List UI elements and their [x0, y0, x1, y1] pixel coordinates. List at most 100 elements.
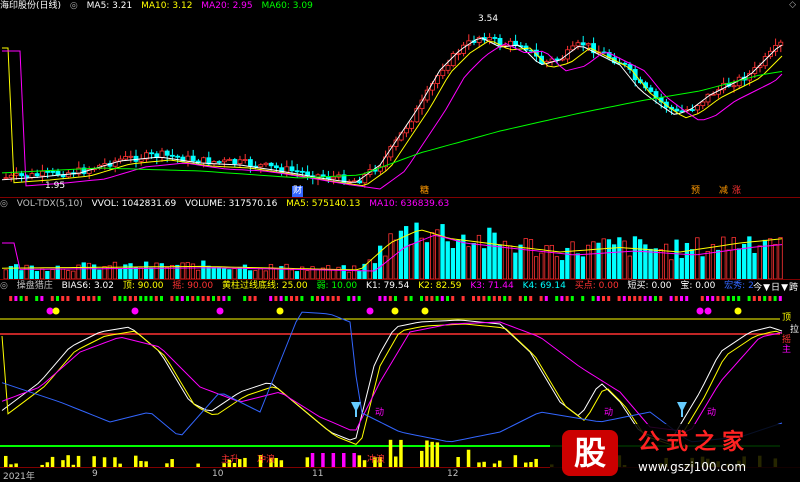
k3-line [1, 321, 783, 433]
short-buy-value: 短买: 0.00 [627, 281, 672, 291]
volume-bar [289, 269, 294, 279]
signal-square [243, 296, 247, 301]
indicator-bar [456, 457, 460, 467]
signal-square [144, 296, 148, 301]
signal-square [368, 296, 371, 301]
pane-collapse-icon[interactable]: ◇ [789, 0, 796, 10]
volume-bar [50, 269, 55, 279]
volume-bar [346, 271, 352, 279]
candle-body [34, 173, 40, 177]
high-price-marker: 3.54 [478, 14, 499, 24]
signal-square [409, 296, 413, 301]
signal-square [269, 296, 273, 301]
right-label-zhu: 主 [782, 345, 792, 355]
signal-square [264, 296, 267, 301]
event-tag-cai[interactable]: 财 [292, 186, 304, 197]
volume-bar [175, 264, 180, 279]
signal-square [529, 296, 533, 301]
k3-value: K3: 71.44 [470, 281, 514, 291]
signal-square [321, 296, 325, 301]
price-chart[interactable] [0, 13, 800, 198]
volume-bar [40, 268, 45, 279]
low-price-marker: 1.95 [45, 181, 66, 191]
signal-square [279, 296, 283, 301]
candle-body [648, 87, 654, 92]
signal-square [440, 296, 444, 301]
volume-bar [455, 239, 461, 279]
settings-icon[interactable]: ◎ [0, 199, 8, 209]
signal-square [212, 296, 215, 301]
signal-square [45, 296, 49, 301]
candle-body [149, 152, 155, 155]
event-tag-tang[interactable]: 糖 [419, 186, 430, 197]
candle-body [487, 37, 493, 41]
volume-bar [690, 249, 695, 279]
signal-dot [216, 307, 224, 315]
signal-square [425, 296, 429, 301]
candle-body [45, 170, 50, 173]
ma60-value: MA60: 3.09 [261, 1, 313, 11]
signal-square [472, 296, 475, 301]
signal-square [508, 296, 512, 301]
indicator-bar [534, 458, 538, 467]
signal-square [503, 296, 507, 301]
volume-bar [716, 249, 721, 279]
signal-square [227, 296, 231, 301]
candle-body [128, 155, 134, 158]
signal-square [149, 296, 153, 301]
volume-chart[interactable] [0, 211, 800, 279]
volume-bar [273, 267, 279, 279]
event-tag-zhang[interactable]: 涨 [731, 186, 742, 197]
signal-square [108, 296, 111, 301]
buy-point-value: 买点: 0.00 [574, 281, 619, 291]
volume-bar [34, 271, 40, 279]
volume-bar [575, 253, 580, 279]
signal-square [388, 296, 392, 301]
volume-bar [128, 263, 133, 279]
volume-bar [461, 234, 466, 279]
signal-square [87, 296, 91, 301]
candle-body [3, 177, 9, 180]
signal-square [258, 296, 262, 301]
volume-bar [612, 244, 617, 279]
candle-body [258, 164, 264, 168]
signal-dot [52, 307, 60, 315]
volume-bar [45, 271, 50, 279]
axis-month-label: 12 [447, 469, 459, 479]
volume-bar [450, 248, 456, 279]
volume-bar [768, 238, 773, 279]
signal-square [30, 296, 33, 301]
signal-square [175, 296, 179, 301]
indicator-bar [399, 439, 403, 467]
signal-square [430, 296, 434, 301]
settings-icon[interactable]: ◎ [70, 1, 78, 11]
volume-bar [185, 262, 190, 279]
signal-square [40, 296, 44, 301]
signal-dot [391, 307, 399, 315]
indicator-bar [388, 439, 393, 467]
signal-square [24, 296, 28, 301]
signal-square [342, 296, 345, 301]
signal-square [596, 296, 600, 301]
signal-square [191, 296, 195, 301]
signal-square [768, 296, 772, 301]
signal-square [654, 296, 657, 301]
signal-square [186, 296, 189, 301]
volume-bar [388, 233, 393, 279]
volume-bar [466, 246, 471, 279]
signal-square [170, 296, 174, 301]
axis-month-label: 9 [92, 469, 98, 479]
volume-bar [632, 236, 638, 279]
volume-bar [534, 256, 539, 279]
settings-icon[interactable]: ◎ [0, 281, 8, 291]
indicator-bar [76, 455, 81, 467]
ma10-value: MA10: 3.12 [141, 1, 193, 11]
event-tag-jian[interactable]: 减 [718, 186, 729, 197]
candle-body [492, 37, 498, 39]
volume-bar [560, 260, 565, 279]
bottom-tag: 冲浪 [257, 455, 276, 465]
event-tag-yu[interactable]: 预 [690, 186, 701, 197]
signal-dot [276, 307, 284, 315]
candle-body [445, 65, 451, 71]
signal-square [76, 296, 80, 301]
